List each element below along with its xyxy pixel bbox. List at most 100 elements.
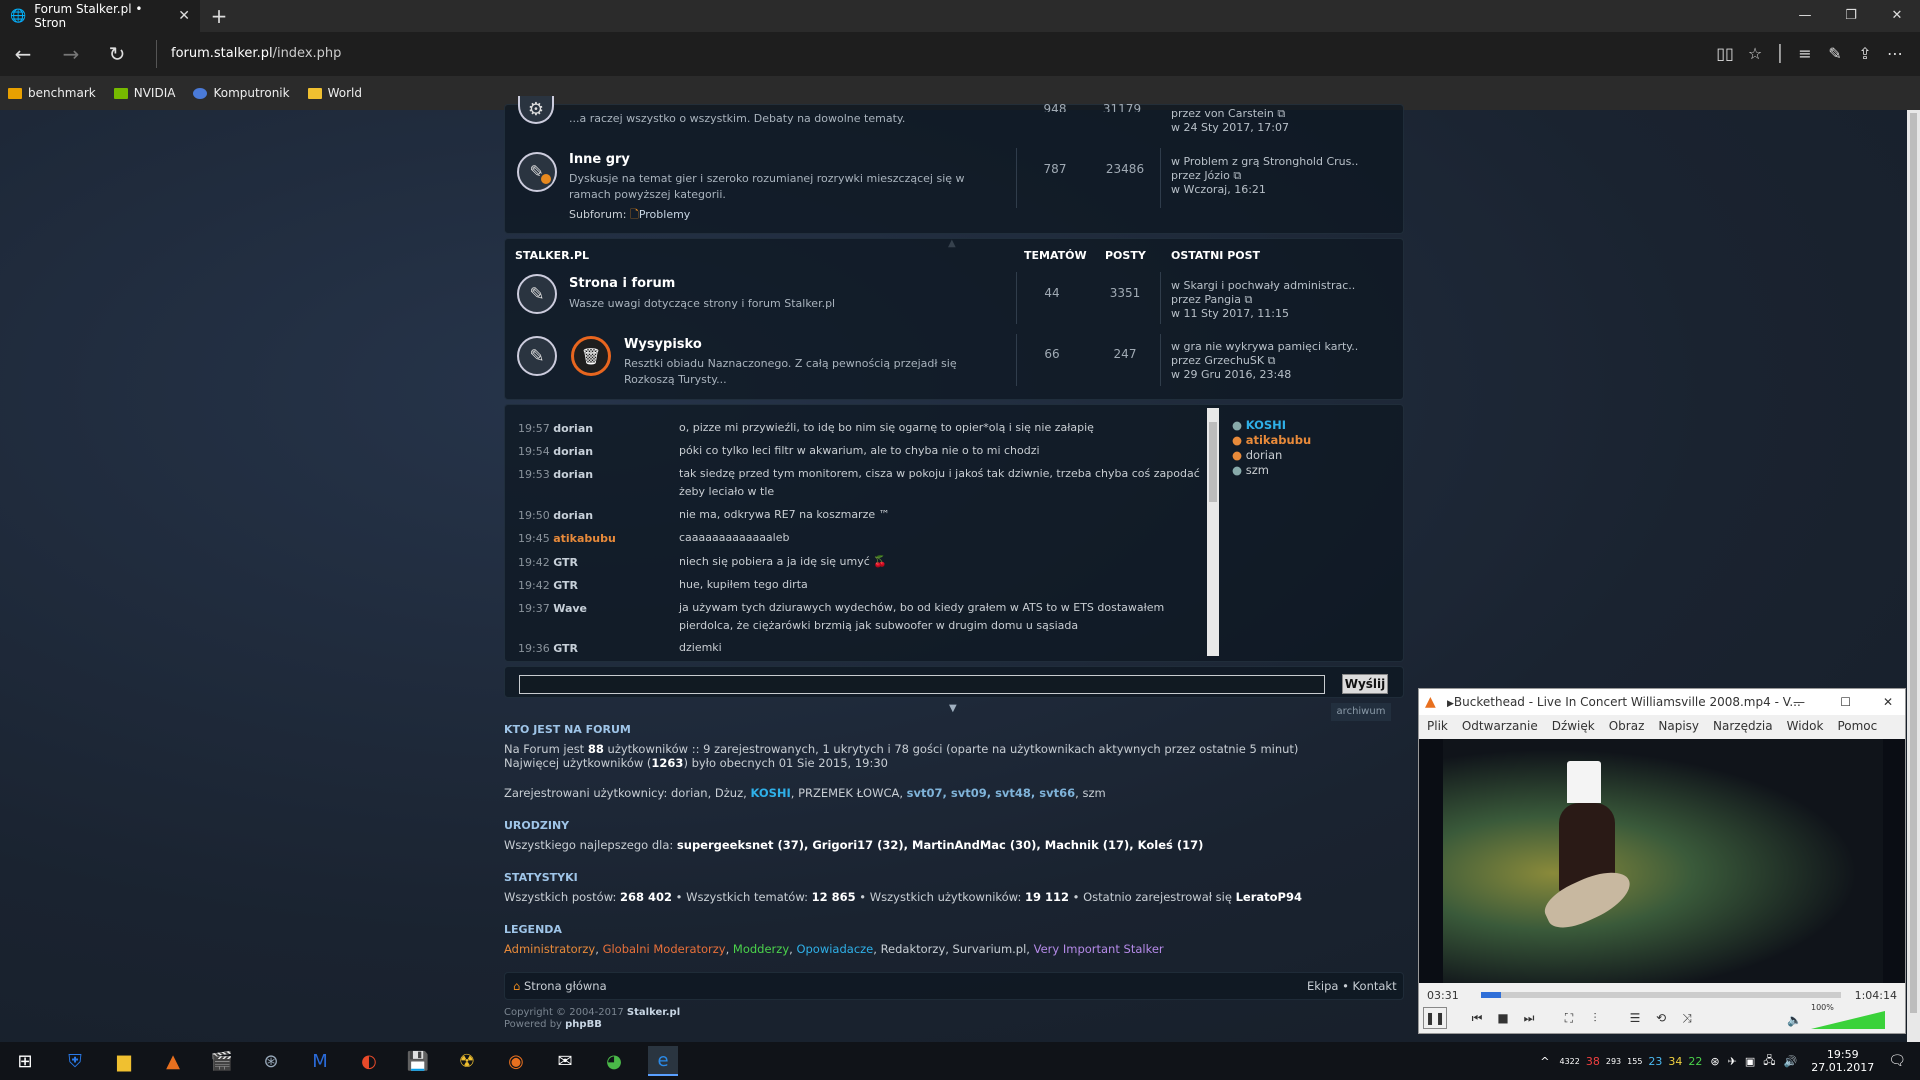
vlc-close-icon[interactable]: ✕ [1883, 689, 1893, 715]
legend-storytellers[interactable]: Opowiadacze [796, 942, 873, 956]
vlc-titlebar[interactable]: ▲ ▶Buckethead - Live In Concert Williams… [1419, 689, 1905, 715]
last-post-author[interactable]: przez von Carstein [1171, 107, 1274, 120]
edge-icon[interactable]: e [648, 1046, 678, 1076]
forum-title-strona[interactable]: Strona i forum [569, 276, 675, 291]
last-post-author[interactable]: przez Pangia [1171, 293, 1241, 306]
team-contact-links[interactable]: Ekipa • Kontakt [1307, 979, 1397, 993]
firefox-icon[interactable]: ◉ [501, 1046, 531, 1076]
shout-username[interactable]: atikabubu [553, 532, 616, 545]
new-tab-icon[interactable]: + [205, 4, 233, 28]
start-windows-icon[interactable]: ⊞ [10, 1046, 40, 1076]
last-post-topic[interactable]: w Problem z grą Stronghold Crus.. [1171, 155, 1358, 169]
fullscreen-button[interactable]: ⛶ [1557, 1007, 1581, 1029]
menu-odtwarzanie[interactable]: Odtwarzanie [1462, 715, 1538, 737]
chrome-icon[interactable]: ◕ [599, 1046, 629, 1076]
forum-title-inne-gry[interactable]: Inne gry [569, 152, 630, 167]
expand-down-icon[interactable]: ▼ [949, 703, 957, 714]
menu-narzedzia[interactable]: Narzędzia [1713, 715, 1773, 737]
menu-widok[interactable]: Widok [1787, 715, 1824, 737]
menu-dzwiek[interactable]: Dźwięk [1552, 715, 1595, 737]
web-note-icon[interactable]: ✎ [1820, 44, 1850, 63]
network-icon[interactable]: 🖧 [1763, 1052, 1775, 1071]
favorite-star-icon[interactable]: ☆ [1740, 44, 1770, 63]
video-area[interactable] [1419, 739, 1905, 983]
vlc-taskbar-icon[interactable]: ▲ [158, 1046, 188, 1076]
shout-username[interactable]: dorian [553, 422, 593, 435]
more-icon[interactable]: ⋯ [1880, 44, 1910, 63]
user-links-svt[interactable]: svt07, svt09, svt48, svt66 [907, 786, 1076, 800]
malwarebytes-icon[interactable]: M [305, 1046, 335, 1076]
last-post-topic[interactable]: w gra nie wykrywa pamięci karty.. [1171, 340, 1358, 354]
radiation-icon[interactable]: ☢ [452, 1046, 482, 1076]
last-post-topic[interactable]: w Skargi i pochwały administrac.. [1171, 279, 1355, 293]
shout-username[interactable]: GTR [553, 556, 578, 569]
refresh-icon[interactable]: ↻ [102, 42, 132, 66]
shout-username[interactable]: GTR [553, 579, 578, 592]
archive-link[interactable]: archiwum [1331, 703, 1391, 721]
user-links[interactable]: dorian, Dżuz, [671, 786, 750, 800]
newest-user-link[interactable]: LeratoP94 [1236, 890, 1302, 904]
goto-post-icon[interactable]: ⧉ [1268, 354, 1276, 367]
forum-title-wysypisko[interactable]: Wysypisko [624, 337, 702, 352]
legend-global-mods[interactable]: Globalni Moderatorzy [603, 942, 726, 956]
hub-icon[interactable]: ≡ [1790, 44, 1820, 63]
pause-button[interactable]: ❚❚ [1423, 1007, 1447, 1029]
browser-tab[interactable]: 🌐 Forum Stalker.pl • Stron ✕ [0, 0, 200, 32]
video-editor-icon[interactable]: 🎬 [207, 1046, 237, 1076]
maximize-icon[interactable]: ❐ [1828, 0, 1874, 32]
menu-plik[interactable]: Plik [1427, 715, 1448, 737]
app-tray-icon[interactable]: ▣ [1745, 1055, 1755, 1068]
volume-icon[interactable]: 🔈 [1787, 1013, 1802, 1027]
home-link[interactable]: ⌂ Strona główna [513, 979, 607, 993]
share-icon[interactable]: ⇪ [1850, 44, 1880, 63]
app-swirl-icon[interactable]: ◐ [354, 1046, 384, 1076]
legend-rest[interactable]: , Redaktorzy, Survarium.pl, [873, 942, 1033, 956]
legend-vip[interactable]: Very Important Stalker [1034, 942, 1164, 956]
who-online-heading[interactable]: KTO JEST NA FORUM [504, 723, 631, 736]
volume-slider[interactable] [1811, 1011, 1885, 1029]
forward-arrow-icon[interactable]: → [56, 42, 86, 66]
vlc-maximize-icon[interactable]: ☐ [1840, 689, 1851, 715]
page-scrollbar[interactable] [1907, 110, 1920, 1042]
equalizer-button[interactable]: ⫶ [1583, 1007, 1607, 1029]
shoutbox-scrollbar[interactable] [1207, 408, 1219, 656]
user-link-szm[interactable]: , szm [1075, 786, 1106, 800]
goto-post-icon[interactable]: ⧉ [1277, 107, 1285, 120]
fav-world[interactable]: World [307, 86, 362, 100]
defender-shield-icon[interactable]: ⛨ [60, 1046, 90, 1076]
send-button[interactable]: Wyślij [1342, 674, 1388, 694]
stop-button[interactable]: ■ [1491, 1007, 1515, 1029]
shout-username[interactable]: dorian [553, 445, 593, 458]
speaker-icon[interactable]: 🔊 [1784, 1055, 1798, 1068]
steam-icon[interactable]: ⊛ [256, 1046, 286, 1076]
category-title[interactable]: STALKER.PL [515, 249, 589, 262]
next-button[interactable]: ⏭ [1517, 1007, 1541, 1029]
playlist-button[interactable]: ☰ [1623, 1007, 1647, 1029]
close-tab-icon[interactable]: ✕ [178, 8, 190, 24]
shout-username[interactable]: dorian [553, 509, 593, 522]
menu-napisy[interactable]: Napisy [1658, 715, 1699, 737]
mail-icon[interactable]: ✉ [550, 1046, 580, 1076]
goto-post-icon[interactable]: ⧉ [1233, 169, 1241, 182]
shout-username[interactable]: Wave [553, 602, 587, 615]
online-user[interactable]: ● dorian [1232, 448, 1311, 463]
shuffle-button[interactable]: ⤨ [1675, 1007, 1699, 1029]
notifications-icon[interactable]: 🗨 [1888, 1053, 1906, 1069]
tray-expand-icon[interactable]: ^ [1540, 1055, 1549, 1068]
fav-komputronik[interactable]: Komputronik [193, 86, 290, 100]
user-links[interactable]: , PRZEMEK ŁOWCA, [791, 786, 907, 800]
seek-bar[interactable] [1481, 992, 1841, 998]
phpbb-link[interactable]: phpBB [565, 1019, 602, 1030]
subforum-link-problemy[interactable]: Problemy [639, 208, 690, 221]
loop-button[interactable]: ⟲ [1649, 1007, 1673, 1029]
shout-username[interactable]: dorian [553, 468, 593, 481]
online-user[interactable]: ● KOSHI [1232, 418, 1311, 433]
url-field[interactable]: forum.stalker.pl/index.php [156, 40, 341, 68]
minimize-icon[interactable]: — [1782, 0, 1828, 32]
user-link-koshi[interactable]: KOSHI [750, 786, 790, 800]
legend-admins[interactable]: Administratorzy [504, 942, 595, 956]
online-user[interactable]: ● atikabubu [1232, 433, 1311, 448]
fav-nvidia[interactable]: NVIDIA [113, 86, 175, 100]
menu-obraz[interactable]: Obraz [1609, 715, 1645, 737]
shout-input[interactable] [519, 675, 1325, 694]
